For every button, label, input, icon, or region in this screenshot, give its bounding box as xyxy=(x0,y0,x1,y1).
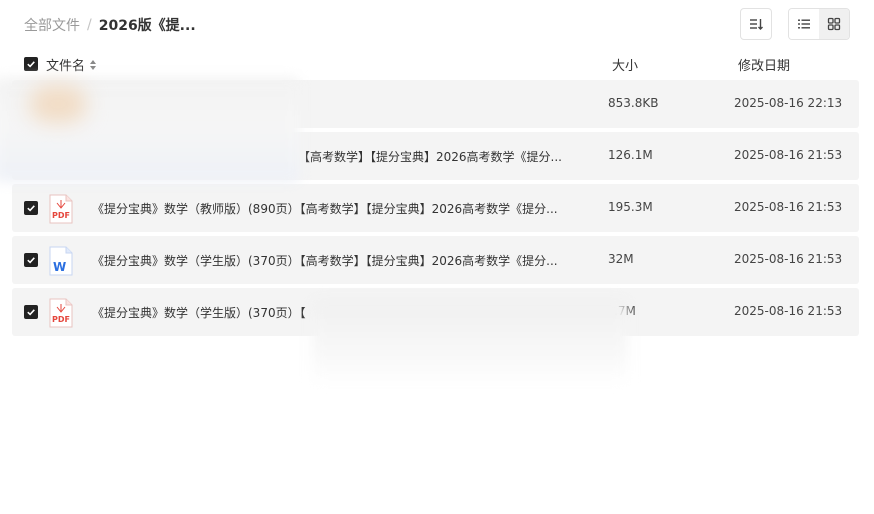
redaction-blur-spot xyxy=(30,85,86,123)
column-header-size[interactable]: 大小 xyxy=(612,55,638,74)
grid-view-button[interactable] xyxy=(819,9,849,39)
top-bar: 全部文件 / 2026版《提... xyxy=(0,0,874,50)
sort-lines-icon xyxy=(750,19,763,30)
file-size: 195.3M xyxy=(608,200,653,214)
word-file-icon: W xyxy=(49,246,73,276)
file-size: 32M xyxy=(608,252,634,266)
redaction-blur xyxy=(312,300,628,386)
pdf-file-icon: PDF xyxy=(49,298,73,328)
file-name[interactable]: 《提分宝典》数学（学生版）(370页）【高考数学】【提分宝典】2026高考数学《… xyxy=(92,252,558,269)
file-size: 853.8KB xyxy=(608,96,659,110)
checkmark-icon xyxy=(27,309,35,316)
column-header-name-label: 文件名 xyxy=(46,59,86,74)
svg-text:PDF: PDF xyxy=(52,211,70,220)
file-row[interactable]: W 《提分宝典》数学（学生版）(370页）【高考数学】【提分宝典】2026高考数… xyxy=(12,236,859,284)
file-date: 2025-08-16 21:53 xyxy=(734,252,843,266)
checkmark-icon xyxy=(27,257,35,264)
file-list-header: 文件名 大小 修改日期 xyxy=(0,50,874,78)
sort-button[interactable] xyxy=(740,8,772,40)
file-date: 2025-08-16 22:13 xyxy=(734,96,843,110)
row-checkbox[interactable] xyxy=(24,253,38,267)
grid-view-icon xyxy=(827,17,841,31)
file-date: 2025-08-16 21:53 xyxy=(734,148,843,162)
breadcrumb-separator: / xyxy=(87,17,92,33)
file-name[interactable]: 《提分宝典》数学（教师版）(890页）【高考数学】【提分宝典】2026高考数学《… xyxy=(92,200,558,217)
list-view-button[interactable] xyxy=(789,9,819,39)
sort-caret-icon[interactable] xyxy=(89,59,97,71)
pdf-file-icon: PDF xyxy=(49,194,73,224)
breadcrumb-current-folder: 2026版《提... xyxy=(98,18,196,34)
file-row[interactable]: PDF 《提分宝典》数学（教师版）(890页）【高考数学】【提分宝典】2026高… xyxy=(12,184,859,232)
row-checkbox[interactable] xyxy=(24,201,38,215)
select-all-checkbox[interactable] xyxy=(24,57,38,71)
column-header-date[interactable]: 修改日期 xyxy=(738,55,790,74)
breadcrumb: 全部文件 / 2026版《提... xyxy=(24,15,196,35)
breadcrumb-root-link[interactable]: 全部文件 xyxy=(24,15,80,35)
row-checkbox[interactable] xyxy=(24,305,38,319)
list-view-icon xyxy=(798,19,810,29)
file-size: 126.1M xyxy=(608,148,653,162)
file-name[interactable]: 《提分宝典》数学（学生版）(370页）【 xyxy=(92,304,306,321)
checkmark-icon xyxy=(27,205,35,212)
view-toggle xyxy=(788,8,850,40)
file-date: 2025-08-16 21:53 xyxy=(734,304,843,318)
checkmark-icon xyxy=(27,61,35,68)
column-header-name[interactable]: 文件名 xyxy=(46,55,97,74)
file-date: 2025-08-16 21:53 xyxy=(734,200,843,214)
svg-text:W: W xyxy=(53,260,66,274)
file-name[interactable]: 【高考数学】【提分宝典】2026高考数学《提分... xyxy=(298,148,562,165)
svg-text:PDF: PDF xyxy=(52,315,70,324)
